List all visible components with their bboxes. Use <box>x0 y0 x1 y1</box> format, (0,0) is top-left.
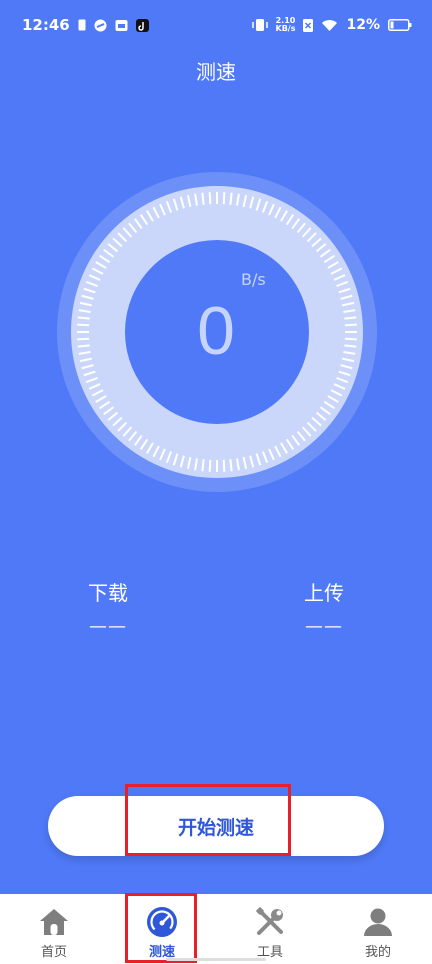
download-stat: 下载 —— <box>48 577 168 637</box>
nav-item-profile[interactable]: 我的 <box>324 894 432 964</box>
wifi-icon <box>321 19 338 32</box>
page-title: 测速 <box>196 60 236 84</box>
network-speed: 2.10 KB/s <box>275 16 296 33</box>
gauge-tick <box>222 192 226 205</box>
download-value: —— <box>89 616 127 637</box>
app-notification-icon <box>94 19 107 32</box>
battery-icon <box>388 19 412 31</box>
tools-icon <box>256 907 283 935</box>
gauge-tick <box>208 192 212 205</box>
calendar-notification-icon <box>115 19 128 32</box>
vibrate-icon <box>251 18 268 32</box>
sim-card-icon <box>78 19 86 31</box>
gauge-tick <box>229 192 233 205</box>
speed-value: 0 <box>197 293 235 369</box>
status-bar: 12:46 2.10 KB/s 12% <box>0 0 432 50</box>
home-icon <box>40 909 68 935</box>
profile-icon <box>364 908 392 936</box>
upload-label: 上传 <box>304 581 344 605</box>
nav-item-home[interactable]: 首页 <box>0 894 108 964</box>
upload-value: —— <box>305 616 343 637</box>
speedometer-icon <box>147 907 177 937</box>
start-test-button[interactable]: 开始测速 <box>48 796 384 856</box>
nav-label-home: 首页 <box>40 945 67 960</box>
nav-item-tools[interactable]: 工具 <box>216 894 324 964</box>
nav-label-profile: 我的 <box>364 945 391 960</box>
gauge-tick <box>208 459 212 472</box>
gauge-tick <box>201 459 205 472</box>
tiktok-notification-icon <box>135 18 149 32</box>
gauge-tick <box>201 192 205 205</box>
no-sim-icon <box>303 18 314 32</box>
gauge-tick <box>229 459 233 472</box>
bottom-navigation: 首页 测速 工具 我的 <box>0 894 432 964</box>
speed-unit-label: B/s <box>241 270 266 289</box>
nav-item-speedtest[interactable]: 测速 <box>108 894 216 964</box>
battery-percent: 12% <box>346 17 380 33</box>
gauge-tick <box>222 459 226 472</box>
download-label: 下载 <box>88 581 128 605</box>
home-indicator <box>166 958 266 961</box>
upload-stat: 上传 —— <box>264 577 384 637</box>
clock: 12:46 <box>22 16 70 34</box>
